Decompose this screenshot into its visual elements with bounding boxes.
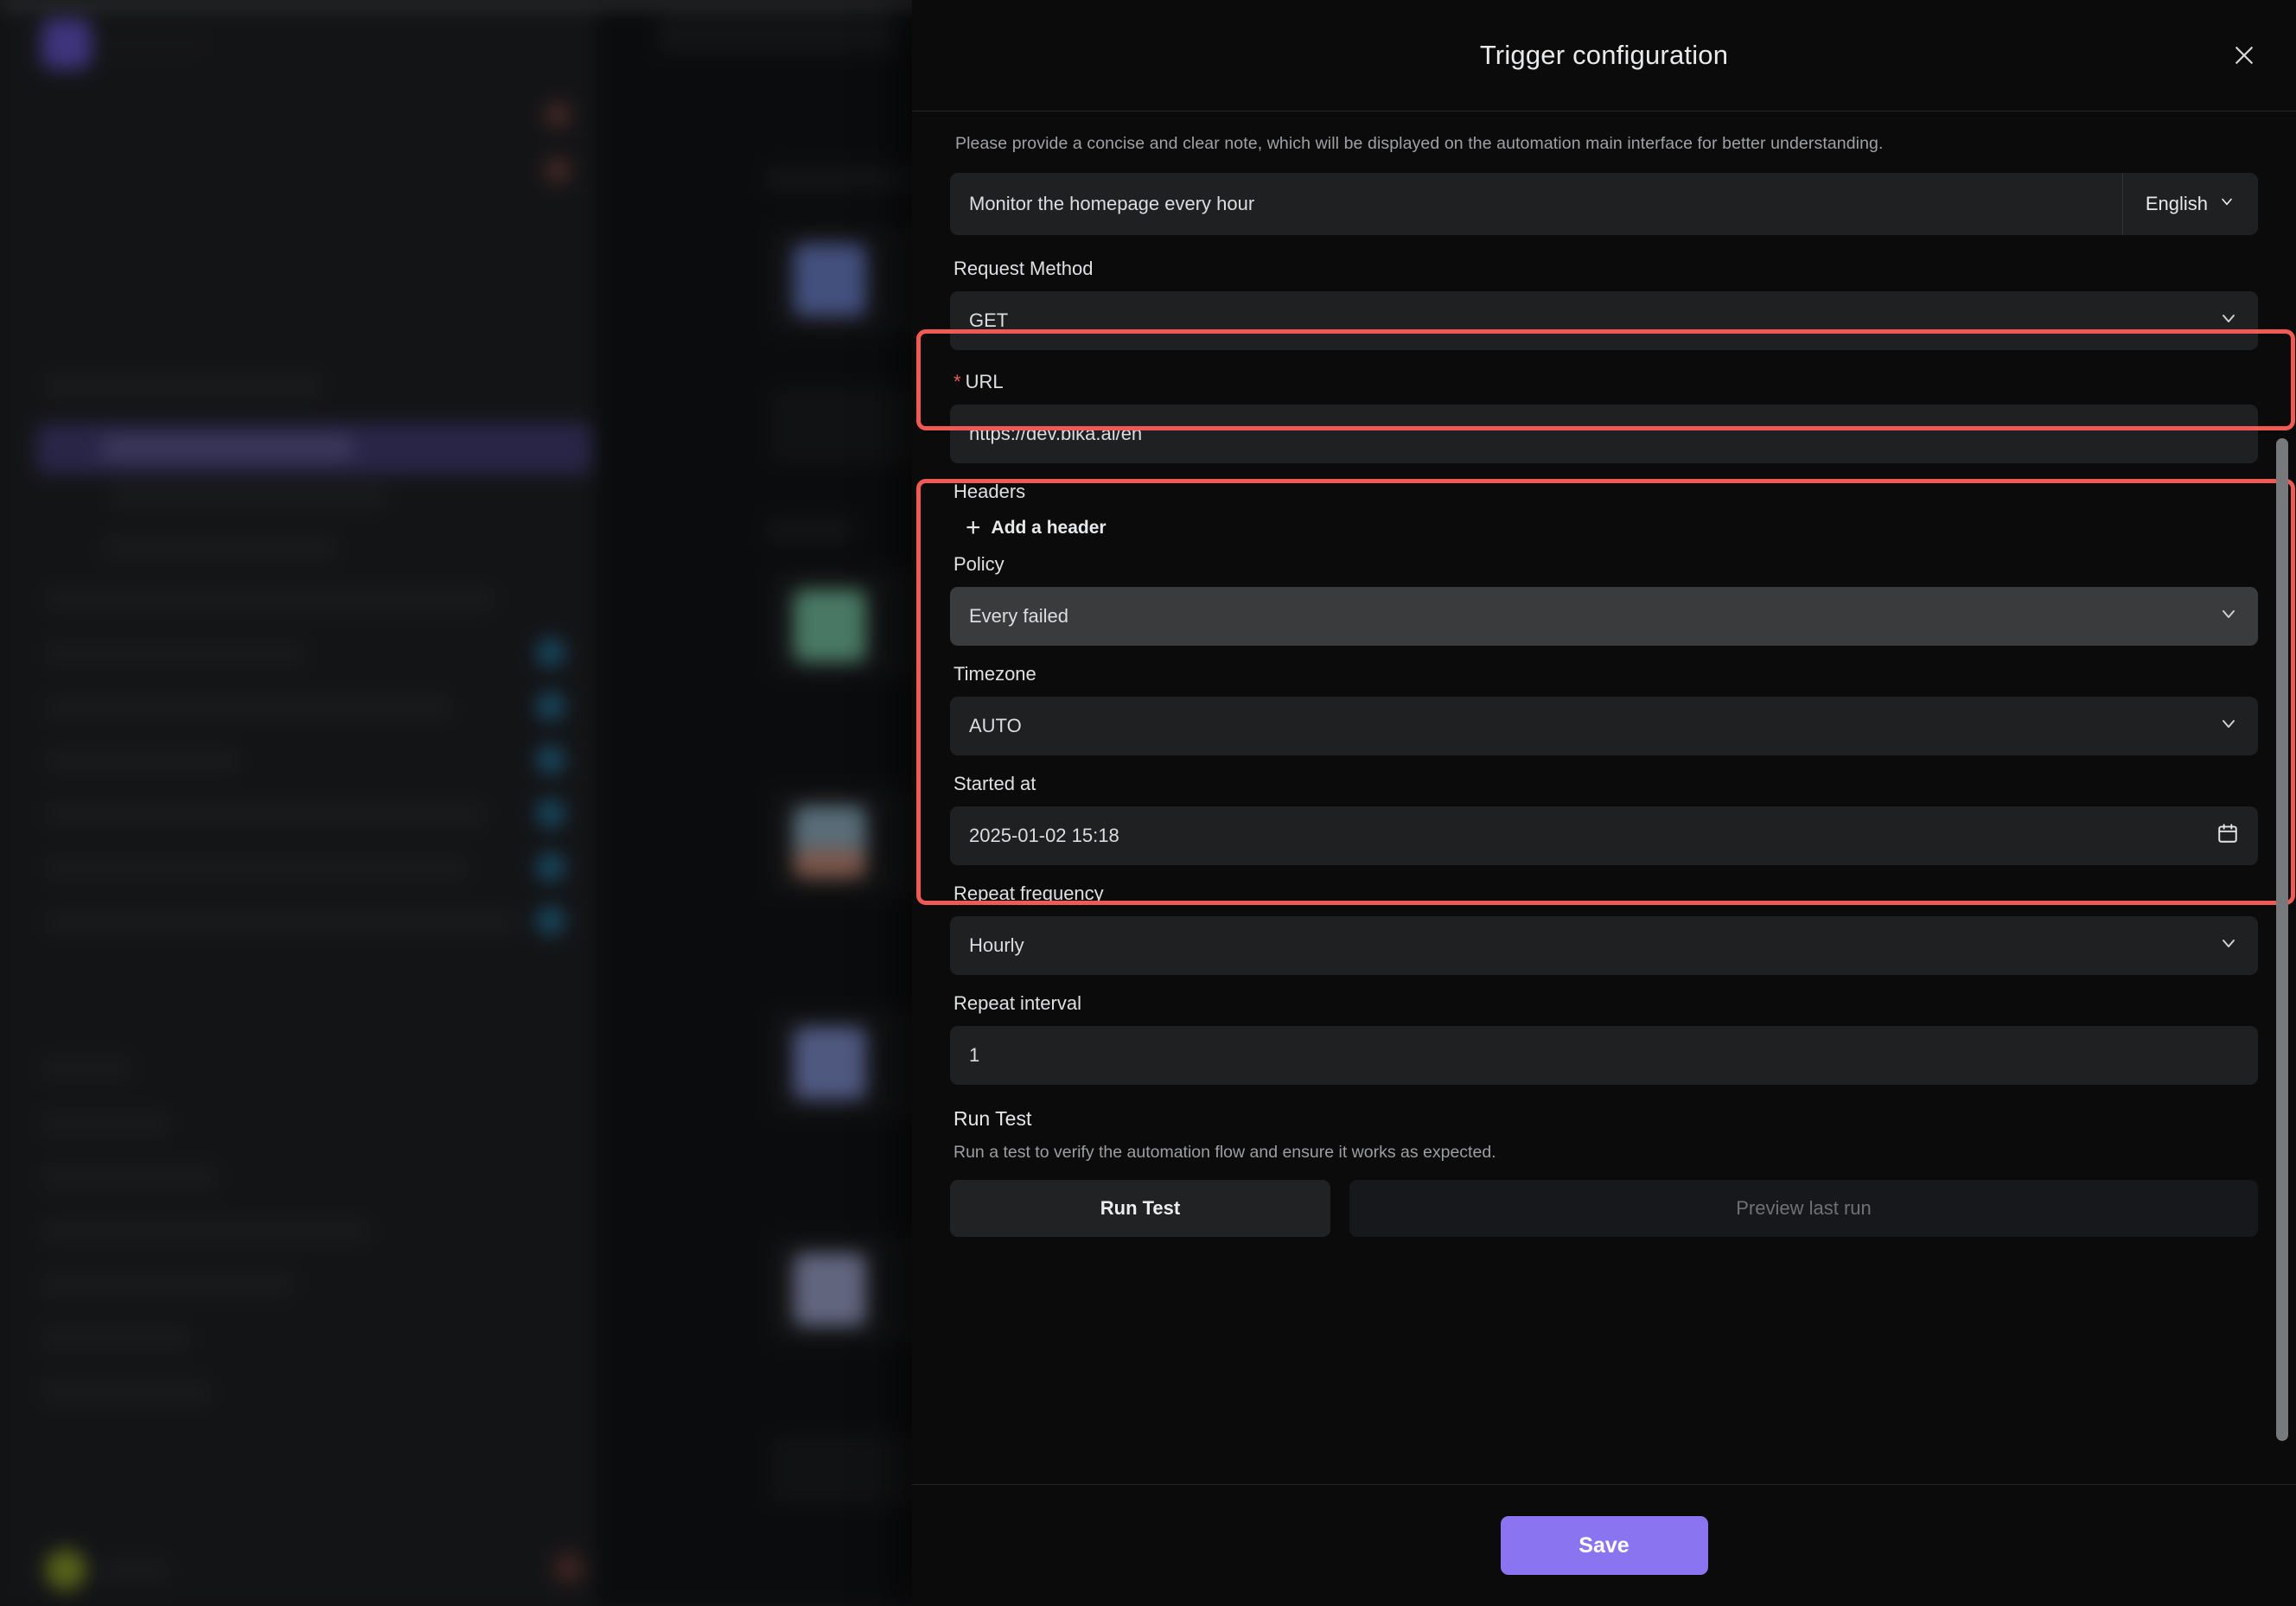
headers-label: Headers bbox=[953, 481, 1026, 502]
url-group: * URL https://dev.bika.ai/en bbox=[950, 367, 2258, 463]
timezone-group: Timezone AUTO bbox=[950, 663, 2258, 755]
close-icon[interactable] bbox=[2225, 36, 2263, 74]
url-label: * URL bbox=[953, 371, 2258, 393]
timezone-select[interactable]: AUTO bbox=[950, 697, 2258, 755]
run-test-description: Run a test to verify the automation flow… bbox=[953, 1143, 1496, 1162]
chevron-down-icon bbox=[2218, 713, 2239, 739]
timezone-value: AUTO bbox=[969, 715, 1022, 736]
trigger-configuration-panel: Trigger configuration Please provide a c… bbox=[912, 0, 2296, 1606]
request-method-value: GET bbox=[969, 309, 1009, 331]
request-method-label: Request Method bbox=[953, 258, 1094, 279]
add-header-label: Add a header bbox=[991, 518, 1107, 538]
preview-last-run-button[interactable]: Preview last run bbox=[1349, 1180, 2258, 1237]
request-method-group: Request Method GET bbox=[950, 258, 2258, 350]
chevron-down-icon bbox=[2218, 933, 2239, 959]
started-at-value: 2025-01-02 15:18 bbox=[969, 825, 1119, 846]
chevron-down-icon bbox=[2218, 308, 2239, 334]
run-test-button[interactable]: Run Test bbox=[950, 1180, 1330, 1237]
page-title: Trigger configuration bbox=[1479, 40, 1729, 70]
repeat-frequency-label: Repeat frequency bbox=[953, 883, 1104, 904]
request-method-select[interactable]: GET bbox=[950, 291, 2258, 350]
repeat-interval-label: Repeat interval bbox=[953, 992, 1081, 1014]
save-button[interactable]: Save bbox=[1500, 1516, 1708, 1575]
panel-scrollbar[interactable] bbox=[2276, 222, 2288, 1441]
chevron-down-icon bbox=[2218, 603, 2239, 629]
started-at-group: Started at 2025-01-02 15:18 bbox=[950, 773, 2258, 865]
run-test-group: Run Test Run a test to verify the automa… bbox=[950, 1107, 2258, 1237]
repeat-interval-group: Repeat interval 1 bbox=[950, 992, 2258, 1085]
note-row: Monitor the homepage every hour English bbox=[950, 173, 2258, 235]
panel-header: Trigger configuration bbox=[912, 0, 2296, 112]
repeat-frequency-value: Hourly bbox=[969, 934, 1024, 956]
policy-group: Policy Every failed bbox=[950, 553, 2258, 646]
repeat-frequency-group: Repeat frequency Hourly bbox=[950, 883, 2258, 975]
timezone-label: Timezone bbox=[953, 663, 1036, 685]
required-marker: * bbox=[953, 371, 961, 392]
chevron-down-icon bbox=[2218, 193, 2235, 215]
url-input[interactable]: https://dev.bika.ai/en bbox=[950, 405, 2258, 463]
run-test-buttons: Run Test Preview last run bbox=[950, 1180, 2258, 1237]
repeat-frequency-select[interactable]: Hourly bbox=[950, 916, 2258, 975]
run-test-title: Run Test bbox=[953, 1107, 1032, 1130]
policy-value: Every failed bbox=[969, 605, 1068, 627]
note-hint-text: Please provide a concise and clear note,… bbox=[955, 134, 1884, 153]
calendar-icon[interactable] bbox=[2216, 822, 2239, 850]
panel-scrollbar-thumb[interactable] bbox=[2276, 438, 2288, 1441]
started-at-label: Started at bbox=[953, 773, 1036, 794]
repeat-interval-input[interactable]: 1 bbox=[950, 1026, 2258, 1085]
add-header-button[interactable]: + Add a header bbox=[966, 515, 1107, 541]
note-language-select[interactable]: English bbox=[2121, 173, 2258, 235]
note-language-label: English bbox=[2145, 193, 2208, 214]
started-at-input[interactable]: 2025-01-02 15:18 bbox=[950, 806, 2258, 865]
panel-body: Please provide a concise and clear note,… bbox=[912, 112, 2296, 1485]
screenshot-root: Trigger configuration Please provide a c… bbox=[0, 0, 2296, 1606]
note-input[interactable]: Monitor the homepage every hour bbox=[950, 173, 2122, 235]
policy-label: Policy bbox=[953, 553, 1004, 575]
policy-select[interactable]: Every failed bbox=[950, 587, 2258, 646]
panel-footer: Save bbox=[912, 1485, 2296, 1606]
url-label-text: URL bbox=[965, 371, 1004, 392]
plus-icon: + bbox=[966, 513, 981, 542]
headers-group: Headers + Add a header bbox=[950, 481, 2258, 541]
